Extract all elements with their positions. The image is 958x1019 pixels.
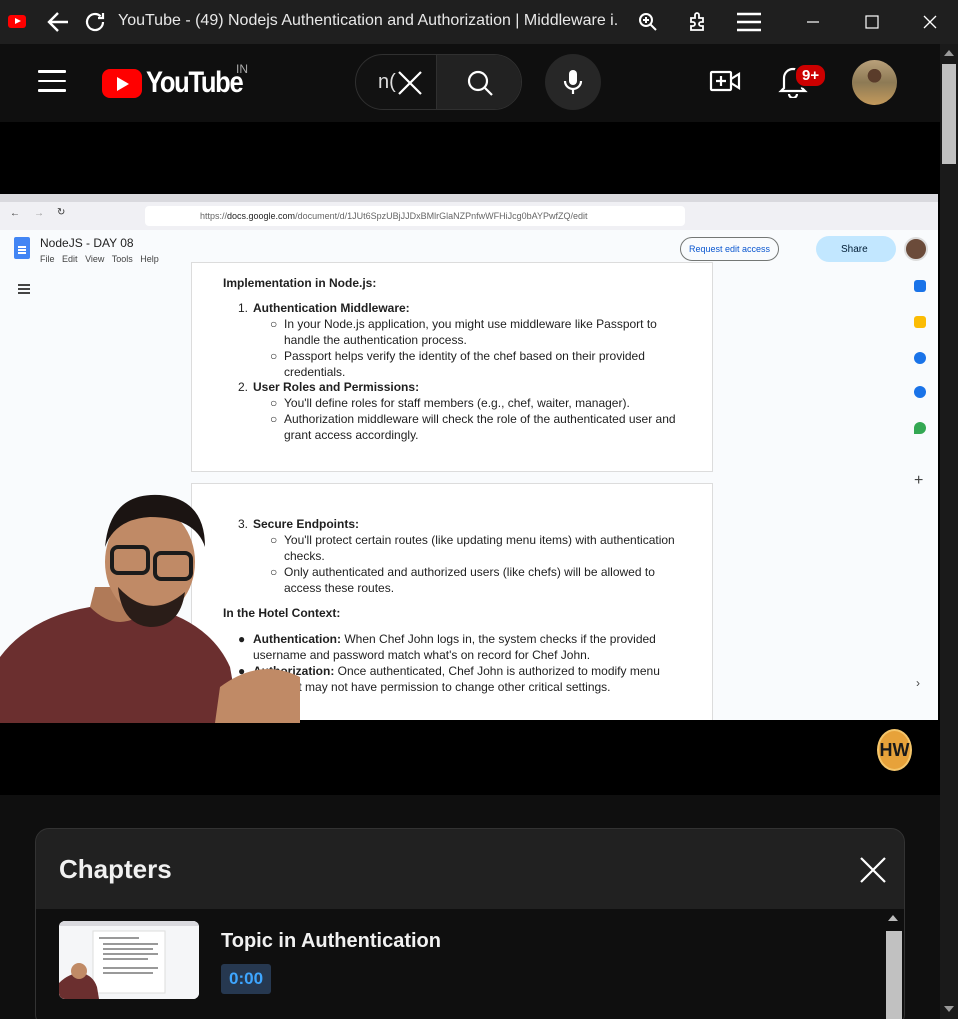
youtube-play-icon: [102, 68, 142, 98]
search-button[interactable]: [436, 55, 521, 109]
logo-text: YouTube: [146, 66, 244, 99]
bullet-icon: ○: [270, 317, 278, 331]
chapter-timestamp[interactable]: 0:00: [221, 964, 272, 994]
bullet-text: You'll protect certain routes (like upda…: [284, 533, 675, 563]
bullet-text: You'll define roles for staff members (e…: [284, 396, 630, 410]
page-scrollbar[interactable]: [940, 44, 958, 1019]
list-item-title: User Roles and Permissions:: [253, 380, 420, 394]
menu-file: File: [40, 254, 55, 264]
close-icon[interactable]: [916, 8, 944, 36]
bullet-text: In your Node.js application, you might u…: [284, 317, 657, 347]
list-item-title: Authentication Middleware:: [253, 301, 410, 315]
docs-logo-icon: [14, 237, 30, 259]
request-edit-button: Request edit access: [680, 237, 780, 261]
account-avatar[interactable]: [852, 60, 897, 105]
doc-page-1: Implementation in Node.js: 1. Authentica…: [191, 262, 713, 472]
chapters-header: Chapters: [36, 829, 904, 909]
bullet-icon: ○: [270, 412, 278, 426]
bullet-text: Passport helps verify the identity of th…: [284, 349, 645, 379]
menu-icon[interactable]: [735, 8, 763, 36]
clear-search-icon[interactable]: [396, 69, 424, 102]
window-title: YouTube - (49) Nodejs Authentication and…: [118, 12, 618, 29]
doc-user-avatar: [904, 237, 928, 261]
youtube-logo[interactable]: YouTube IN: [102, 62, 259, 100]
chapters-scroll-up-icon[interactable]: [888, 915, 898, 921]
calendar-icon: [914, 280, 926, 292]
back-icon[interactable]: [44, 8, 72, 36]
chapter-thumbnail[interactable]: [59, 921, 199, 999]
browser-forward-icon: →: [34, 208, 44, 219]
video-player[interactable]: ← → ↻ https://docs.google.com/document/d…: [0, 122, 940, 795]
bullet-text: Authentication: When Chef John logs in, …: [253, 631, 673, 663]
youtube-header: YouTube IN n( 9+: [0, 44, 940, 122]
channel-watermark: HW: [877, 729, 912, 771]
thumbnail-image: [59, 921, 199, 999]
maximize-icon[interactable]: [858, 8, 886, 36]
chapters-title: Chapters: [59, 854, 172, 884]
mac-dock-strip: [300, 720, 940, 734]
doc-title: NodeJS - DAY 08: [40, 236, 134, 250]
chapter-title[interactable]: Topic in Authentication: [221, 930, 441, 953]
menu-edit: Edit: [62, 254, 78, 264]
bullet-text: Authorization: Once authenticated, Chef …: [253, 663, 673, 695]
side-panel-expand-icon: ›: [916, 676, 920, 690]
reload-icon[interactable]: [81, 8, 109, 36]
scroll-up-icon[interactable]: [944, 50, 954, 56]
chapters-panel: Chapters Topic in Authentication 0:00: [35, 828, 905, 1019]
doc-menubar: File Edit View Tools Help: [40, 254, 159, 264]
extensions-icon[interactable]: [684, 8, 712, 36]
presenter-overlay: [0, 494, 300, 723]
menu-view: View: [85, 254, 105, 264]
menu-help: Help: [140, 254, 159, 264]
url-host: docs.google.com: [227, 211, 296, 221]
mic-icon: [563, 70, 583, 94]
share-button: Share: [816, 236, 896, 262]
app-root: YouTube - (49) Nodejs Authentication and…: [0, 0, 958, 1019]
outline-icon: [18, 284, 30, 294]
create-video-icon[interactable]: [709, 68, 741, 99]
contacts-icon: [914, 386, 926, 398]
browser-url-field: https://docs.google.com/document/d/1JUt6…: [145, 206, 685, 226]
scrollbar-thumb[interactable]: [942, 64, 956, 164]
list-number: 2.: [238, 380, 249, 394]
menu-tools: Tools: [111, 254, 133, 264]
tasks-icon: [914, 352, 926, 364]
maps-icon: [914, 422, 926, 434]
country-code: IN: [236, 62, 248, 76]
chapters-list[interactable]: Topic in Authentication 0:00: [36, 909, 904, 1019]
url-prefix: https://: [200, 211, 228, 221]
bullet-text: Authorization middleware will check the …: [284, 412, 676, 442]
voice-search-button[interactable]: [545, 54, 601, 110]
zoom-icon[interactable]: [634, 8, 662, 36]
list-number: 1.: [238, 301, 249, 315]
minimize-icon[interactable]: [799, 8, 827, 36]
guide-menu-icon[interactable]: [38, 70, 66, 92]
browser-toolbar: ← → ↻ https://docs.google.com/document/d…: [0, 202, 938, 230]
youtube-favicon: [8, 15, 26, 28]
bullet-icon: ○: [270, 349, 278, 363]
url-path: /document/d/1JUt6SpzUBjJJDxBMlrGlaNZPnfw…: [295, 211, 588, 221]
browser-tabstrip: [0, 194, 938, 202]
add-addon-icon: +: [914, 472, 924, 489]
browser-back-icon: ←: [10, 208, 20, 219]
bullet-icon: ○: [270, 396, 278, 410]
search-input[interactable]: n(: [378, 71, 398, 94]
chapters-scrollbar[interactable]: [886, 931, 902, 1019]
browser-reload-icon: ↻: [57, 207, 66, 218]
search-icon: [467, 70, 493, 96]
window-title-bar: YouTube - (49) Nodejs Authentication and…: [0, 0, 958, 44]
scroll-down-icon[interactable]: [944, 1006, 954, 1012]
bullet-text: Only authenticated and authorized users …: [284, 565, 655, 595]
keep-icon: [914, 316, 926, 328]
doc-heading: Implementation in Node.js:: [223, 276, 377, 290]
search-box[interactable]: n(: [355, 54, 522, 110]
notification-count-badge: 9+: [794, 63, 828, 88]
close-chapters-icon[interactable]: [858, 855, 888, 890]
